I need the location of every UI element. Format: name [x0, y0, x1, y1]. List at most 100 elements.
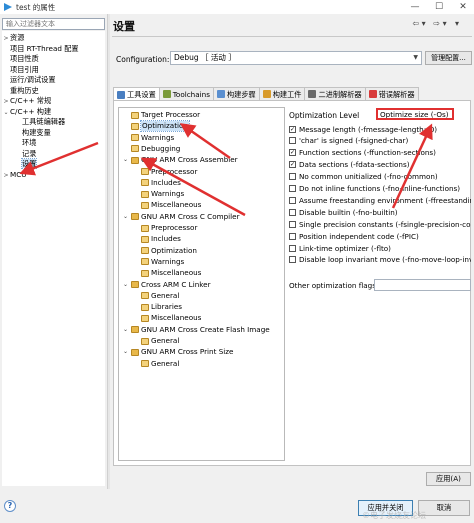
checkbox-unchecked[interactable] — [289, 196, 296, 204]
option-row[interactable]: Assume freestanding environment (-ffrees… — [289, 195, 471, 205]
chevron-icon[interactable]: > — [2, 97, 10, 107]
nav-item[interactable]: 项目性质 — [2, 54, 39, 64]
tree-item[interactable]: Miscellaneous — [141, 313, 201, 323]
tab[interactable]: 错误解析器 — [364, 87, 419, 100]
close-button[interactable]: ✕ — [456, 1, 470, 13]
tree-item[interactable]: ⌄ GNU ARM Cross C Compiler — [122, 212, 240, 222]
option-row[interactable]: Position independent code (-fPIC) — [289, 231, 471, 241]
nav-item[interactable]: 工具链编辑器 — [14, 117, 65, 127]
tree-item[interactable]: General — [141, 291, 179, 301]
nav-item[interactable]: >资源 — [2, 33, 24, 43]
option-row[interactable]: Do not inline functions (-fno-inline-fun… — [289, 184, 471, 194]
tree-item[interactable]: Miscellaneous — [141, 268, 201, 278]
tree-item[interactable]: Warnings — [141, 189, 184, 199]
back-arrow-icon[interactable]: ⇦ ▾ — [410, 18, 428, 29]
option-row[interactable]: Disable loop invariant move (-fno-move-l… — [289, 255, 471, 265]
nav-item-label: 项目 RT-Thread 配置 — [10, 43, 79, 53]
option-row[interactable]: ✓ Function sections (-ffunction-sections) — [289, 148, 471, 158]
nav-item[interactable]: 运行/调试设置 — [2, 75, 56, 85]
chevron-icon[interactable]: > — [2, 34, 10, 44]
optimization-level-select[interactable]: Optimize size (-Os) — [376, 108, 454, 120]
checkbox-unchecked[interactable] — [289, 185, 296, 192]
checkbox-unchecked[interactable] — [289, 256, 296, 264]
option-row[interactable]: No common unitialized (-fno-common) — [289, 172, 471, 182]
chevron-down-icon[interactable]: ⌄ — [122, 347, 129, 357]
nav-item[interactable]: >MCU — [2, 170, 26, 180]
option-row[interactable]: Link-time optimizer (-flto) — [289, 243, 471, 253]
title-bar: test 的属性 — ☐ ✕ — [0, 0, 474, 14]
tree-item[interactable]: ⌄ Cross ARM C Linker — [122, 280, 211, 290]
nav-item[interactable]: 重构历史 — [2, 86, 39, 96]
minimize-button[interactable]: — — [408, 1, 422, 13]
chevron-down-icon[interactable]: ⌄ — [122, 155, 129, 165]
checkbox-checked[interactable]: ✓ — [289, 149, 296, 157]
tree-item-label: Libraries — [151, 302, 183, 312]
nav-item[interactable]: 设置 — [14, 158, 38, 169]
checkbox-unchecked[interactable] — [289, 137, 296, 145]
tab[interactable]: 构建工件 — [258, 87, 306, 100]
tree-item-label: GNU ARM Cross Print Size — [141, 347, 234, 357]
forward-arrow-icon[interactable]: ⇨ ▾ — [431, 18, 449, 29]
nav-item[interactable]: 记录 — [14, 149, 36, 159]
tree-item[interactable]: Target Processor — [122, 110, 200, 120]
tree-item[interactable]: Includes — [141, 178, 181, 188]
tree-item[interactable]: Warnings — [122, 133, 174, 143]
tree-item[interactable]: Includes — [141, 234, 181, 244]
tree-item[interactable]: General — [141, 359, 179, 369]
option-row[interactable]: ✓ Data sections (-fdata-sections) — [289, 160, 471, 170]
view-menu-icon[interactable]: ▾ — [452, 18, 462, 29]
tree-item[interactable]: Miscellaneous — [141, 200, 201, 210]
tree-item[interactable]: Warnings — [141, 257, 184, 267]
tree-item-label: GNU ARM Cross C Compiler — [141, 211, 240, 221]
tree-item[interactable]: General — [141, 336, 179, 346]
configuration-select[interactable]: Debug ［ 活动 ］ ▼ — [170, 51, 422, 65]
tree-item[interactable]: Optimization — [141, 246, 197, 256]
nav-item[interactable]: 环境 — [14, 138, 36, 148]
apply-button[interactable]: 应用(A) — [426, 472, 471, 486]
nav-item[interactable]: >C/C++ 常规 — [2, 96, 51, 106]
tree-item[interactable]: Optimization — [122, 120, 190, 133]
chevron-icon[interactable]: > — [2, 171, 10, 181]
option-row[interactable]: Disable builtin (-fno-builtin) — [289, 207, 471, 217]
tree-item[interactable]: Debugging — [122, 144, 180, 154]
option-row[interactable]: 'char' is signed (-fsigned-char) — [289, 136, 471, 146]
tab[interactable]: 构建步骤 — [212, 87, 260, 100]
folder-icon — [141, 360, 149, 368]
other-optimization-flags-input[interactable] — [374, 279, 471, 291]
tab[interactable]: 工具设置 — [113, 87, 160, 101]
chevron-down-icon[interactable]: ⌄ — [122, 280, 129, 290]
checkbox-unchecked[interactable] — [289, 232, 296, 240]
nav-item[interactable]: ⌄C/C++ 构建 — [2, 107, 51, 117]
option-row[interactable]: Single precision constants (-fsingle-pre… — [289, 219, 471, 229]
checkbox-unchecked[interactable] — [289, 173, 296, 181]
tab[interactable]: 二进制解析器 — [304, 87, 366, 100]
chevron-down-icon[interactable]: ⌄ — [122, 212, 129, 222]
help-icon[interactable]: ? — [4, 500, 16, 512]
tab-label: 工具设置 — [127, 90, 156, 99]
checkbox-unchecked[interactable] — [289, 244, 296, 252]
checkbox-checked[interactable]: ✓ — [289, 161, 296, 169]
chevron-down-icon[interactable]: ⌄ — [122, 325, 129, 335]
checkbox-unchecked[interactable] — [289, 220, 296, 228]
chevron-icon[interactable]: ⌄ — [2, 108, 10, 118]
filter-input[interactable] — [2, 18, 105, 30]
tree-item[interactable]: ⌄ GNU ARM Cross Create Flash Image — [122, 325, 270, 335]
checkbox-checked[interactable]: ✓ — [289, 125, 296, 133]
configuration-value: Debug ［ 活动 ］ — [174, 53, 236, 62]
tree-item[interactable]: ⌄ GNU ARM Cross Assembler — [122, 155, 238, 165]
nav-item[interactable]: 项目 RT-Thread 配置 — [2, 44, 79, 54]
checkbox-unchecked[interactable] — [289, 208, 296, 216]
nav-item[interactable]: 构建变量 — [14, 128, 51, 138]
splitter[interactable] — [107, 14, 110, 489]
nav-item[interactable]: 项目引用 — [2, 65, 39, 75]
folder-icon — [141, 201, 149, 209]
maximize-button[interactable]: ☐ — [432, 1, 446, 13]
manage-configurations-button[interactable]: 管理配置... — [425, 51, 472, 65]
tab[interactable]: Toolchains — [158, 87, 214, 100]
tree-item[interactable]: Libraries — [141, 302, 182, 312]
tree-item[interactable]: Preprocessor — [141, 223, 197, 233]
option-row[interactable]: ✓ Message length (-fmessage-length=0) — [289, 124, 471, 134]
tree-item[interactable]: ⌄ GNU ARM Cross Print Size — [122, 347, 233, 357]
tree-item[interactable]: Preprocessor — [141, 167, 197, 177]
tab-icon — [262, 90, 271, 98]
